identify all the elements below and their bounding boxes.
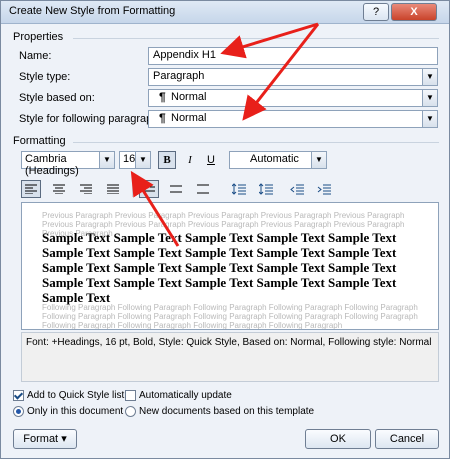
name-input-value: Appendix H1: [153, 49, 216, 61]
decrease-indent-button[interactable]: [287, 180, 307, 198]
decrease-indent-icon: [290, 184, 304, 195]
font-color-value: Automatic: [250, 153, 299, 165]
sample-text: Sample Text Sample Text Sample Text Samp…: [42, 230, 397, 305]
only-this-document-label: Only in this document: [27, 406, 124, 417]
following-style-dropdown[interactable]: ¶ Normal ▼: [148, 110, 438, 128]
increase-spacing-icon: [231, 183, 246, 195]
chevron-down-icon[interactable]: ▼: [311, 152, 326, 168]
chevron-down-icon[interactable]: ▼: [422, 90, 437, 106]
auto-update-label: Automatically update: [139, 390, 232, 401]
justify-icon: [107, 184, 119, 195]
formatting-section-label: Formatting: [13, 135, 66, 147]
increase-indent-icon: [317, 184, 331, 195]
new-documents-label: New documents based on this template: [139, 406, 315, 417]
align-left-button[interactable]: [21, 180, 41, 198]
align-left-icon: [25, 184, 37, 195]
chevron-down-icon[interactable]: ▼: [422, 69, 437, 85]
properties-section-label: Properties: [13, 31, 64, 43]
name-input[interactable]: Appendix H1: [148, 47, 438, 65]
new-documents-radio[interactable]: [125, 406, 136, 417]
style-preview: Previous Paragraph Previous Paragraph Pr…: [21, 202, 439, 330]
align-right-icon: [80, 184, 92, 195]
decrease-spacing-button[interactable]: [256, 180, 276, 198]
title-bar: Create New Style from Formatting ? X: [1, 1, 449, 24]
chevron-down-icon: ▾: [61, 433, 67, 445]
justify-button[interactable]: [103, 180, 123, 198]
only-this-document-radio[interactable]: [13, 406, 24, 417]
double-spacing-icon: [197, 184, 209, 194]
font-color-dropdown[interactable]: Automatic ▼: [229, 151, 327, 169]
following-paragraph-text: Following Paragraph Following Paragraph …: [42, 303, 418, 330]
bold-button[interactable]: B: [158, 151, 176, 169]
single-spacing-button[interactable]: [139, 180, 159, 198]
font-size-value: 16: [123, 153, 136, 165]
style-description: Font: +Headings, 16 pt, Bold, Style: Qui…: [21, 332, 439, 382]
format-button[interactable]: Format ▾: [13, 429, 77, 449]
italic-button[interactable]: I: [181, 151, 199, 169]
paragraph-icon: ¶: [159, 90, 166, 104]
decrease-spacing-icon: [258, 183, 273, 195]
format-button-label: Format: [23, 433, 59, 445]
chevron-down-icon[interactable]: ▼: [422, 111, 437, 127]
formatting-divider: [73, 142, 439, 143]
font-size-dropdown[interactable]: 16 ▼: [119, 151, 151, 169]
chevron-down-icon[interactable]: ▼: [135, 152, 150, 168]
close-button[interactable]: X: [391, 3, 437, 21]
align-right-button[interactable]: [76, 180, 96, 198]
name-label: Name:: [19, 50, 52, 62]
based-on-label: Style based on:: [19, 92, 95, 104]
ok-button[interactable]: OK: [305, 429, 371, 449]
auto-update-checkbox[interactable]: [125, 390, 136, 401]
one-half-spacing-button[interactable]: [166, 180, 186, 198]
one-half-spacing-icon: [170, 185, 182, 193]
paragraph-icon: ¶: [159, 111, 166, 125]
chevron-down-icon[interactable]: ▼: [99, 152, 114, 168]
help-button[interactable]: ?: [363, 3, 389, 21]
add-quick-style-checkbox[interactable]: [13, 390, 24, 401]
increase-indent-button[interactable]: [314, 180, 334, 198]
cancel-button[interactable]: Cancel: [375, 429, 439, 449]
following-style-label: Style for following paragraph:: [19, 113, 162, 125]
following-style-value: Normal: [171, 112, 207, 124]
align-center-icon: [53, 184, 65, 195]
window-title: Create New Style from Formatting: [9, 5, 176, 17]
double-spacing-button[interactable]: [193, 180, 213, 198]
underline-button[interactable]: U: [202, 151, 220, 169]
toolbar-divider: [132, 181, 133, 197]
based-on-value: Normal: [171, 91, 207, 103]
font-dropdown[interactable]: Cambria (Headings) ▼: [21, 151, 115, 177]
properties-divider: [73, 38, 439, 39]
single-spacing-icon: [143, 186, 155, 192]
add-quick-style-label: Add to Quick Style list: [27, 390, 125, 401]
style-type-value: Paragraph: [153, 70, 205, 82]
create-style-dialog: Create New Style from Formatting ? X Pro…: [0, 0, 450, 459]
based-on-dropdown[interactable]: ¶ Normal ▼: [148, 89, 438, 107]
style-description-text: Font: +Headings, 16 pt, Bold, Style: Qui…: [26, 337, 432, 348]
style-type-dropdown[interactable]: Paragraph ▼: [148, 68, 438, 86]
align-center-button[interactable]: [49, 180, 69, 198]
style-type-label: Style type:: [19, 71, 71, 83]
increase-spacing-button[interactable]: [229, 180, 249, 198]
